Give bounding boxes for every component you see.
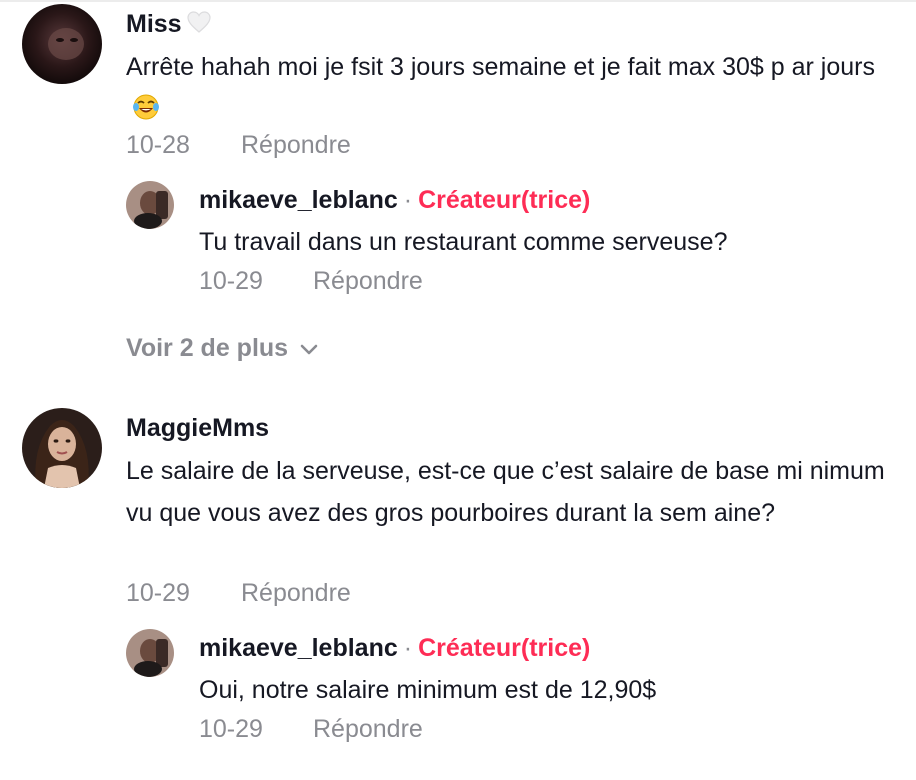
comment-text-content: Arrête hahah moi je fsit 3 jours semaine… (126, 53, 875, 81)
reply-button[interactable]: Répondre (241, 131, 351, 160)
reply-button[interactable]: Répondre (313, 267, 423, 296)
comment-username[interactable]: MaggieMms (126, 414, 269, 443)
separator-dot: · (403, 186, 413, 214)
reply-text: Tu travail dans un restaurant comme serv… (199, 228, 728, 256)
comment-date: 10-28 (126, 131, 190, 159)
avatar-miss[interactable] (22, 4, 102, 84)
comment-date: 10-29 (126, 579, 190, 607)
separator-dot: · (403, 634, 413, 662)
avatar-mikaeve-leblanc[interactable] (126, 181, 174, 229)
reply-date: 10-29 (199, 715, 263, 743)
reply-button[interactable]: Répondre (241, 579, 351, 608)
comment-username[interactable]: Miss (126, 10, 212, 41)
reply-username[interactable]: mikaeve_leblanc (199, 186, 398, 214)
username-text: Miss (126, 10, 182, 39)
top-divider (0, 0, 916, 2)
creator-badge: Créateur(trice) (418, 186, 591, 214)
view-more-replies-button[interactable]: Voir 2 de plus (126, 334, 318, 363)
reply-username[interactable]: mikaeve_leblanc (199, 634, 398, 662)
reply-date: 10-29 (199, 267, 263, 295)
view-more-label: Voir 2 de plus (126, 334, 289, 362)
comment-text: Arrête hahah moi je fsit 3 jours semaine… (126, 46, 901, 134)
creator-badge: Créateur(trice) (418, 634, 591, 662)
reply-header: mikaeve_leblanc · Créateur(trice) (199, 186, 590, 215)
reply-text: Oui, notre salaire minimum est de 12,90$ (199, 676, 657, 704)
reply-button[interactable]: Répondre (313, 715, 423, 744)
face-with-tears-of-joy-icon (132, 92, 160, 134)
avatar-maggiemms[interactable] (22, 408, 102, 488)
chevron-down-icon (288, 334, 318, 363)
reply-header: mikaeve_leblanc · Créateur(trice) (199, 634, 590, 663)
white-heart-icon (186, 10, 212, 41)
comment-text: Le salaire de la serveuse, est-ce que c’… (126, 457, 885, 527)
avatar-mikaeve-leblanc[interactable] (126, 629, 174, 677)
